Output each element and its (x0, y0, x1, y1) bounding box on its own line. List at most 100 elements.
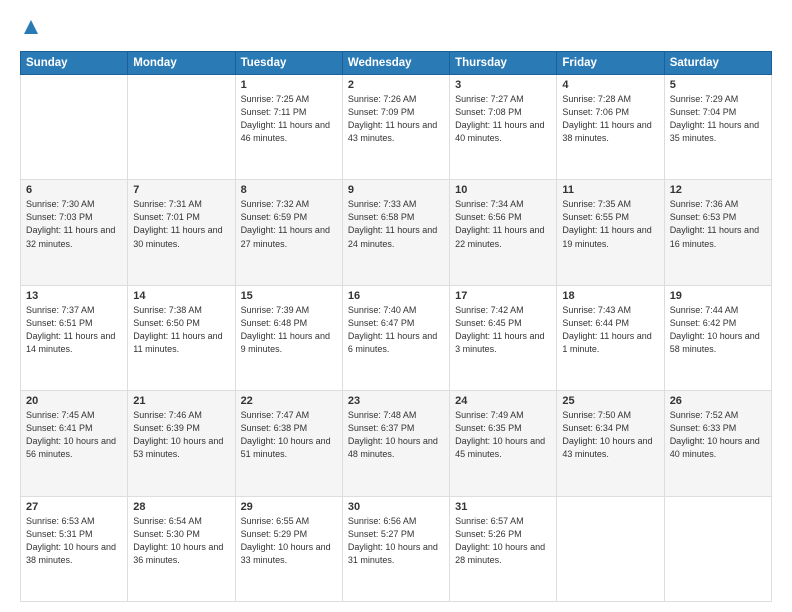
day-number: 25 (562, 395, 658, 407)
day-info: Sunrise: 6:53 AM Sunset: 5:31 PM Dayligh… (26, 515, 122, 567)
week-row-2: 6 Sunrise: 7:30 AM Sunset: 7:03 PM Daylig… (21, 180, 772, 285)
day-info: Sunrise: 7:42 AM Sunset: 6:45 PM Dayligh… (455, 304, 551, 356)
day-cell (128, 75, 235, 180)
day-number: 6 (26, 184, 122, 196)
day-cell: 1Sunrise: 7:25 AM Sunset: 7:11 PM Daylig… (235, 75, 342, 180)
day-number: 2 (348, 79, 444, 91)
logo-icon (22, 18, 40, 41)
day-info: Sunrise: 7:36 AM Sunset: 6:53 PM Dayligh… (670, 198, 766, 250)
day-cell: 22Sunrise: 7:47 AM Sunset: 6:38 PM Dayli… (235, 391, 342, 496)
day-info: Sunrise: 7:50 AM Sunset: 6:34 PM Dayligh… (562, 409, 658, 461)
col-header-friday: Friday (557, 52, 664, 75)
day-info: Sunrise: 7:40 AM Sunset: 6:47 PM Dayligh… (348, 304, 444, 356)
day-info: Sunrise: 7:27 AM Sunset: 7:08 PM Dayligh… (455, 93, 551, 145)
week-row-1: 1Sunrise: 7:25 AM Sunset: 7:11 PM Daylig… (21, 75, 772, 180)
day-cell: 2 Sunrise: 7:26 AM Sunset: 7:09 PM Daylig… (342, 75, 449, 180)
week-row-4: 20 Sunrise: 7:45 AM Sunset: 6:41 PM Dayli… (21, 391, 772, 496)
day-number: 4 (562, 79, 658, 91)
day-cell: 27Sunrise: 6:53 AM Sunset: 5:31 PM Dayli… (21, 496, 128, 601)
day-info: Sunrise: 7:26 AM Sunset: 7:09 PM Dayligh… (348, 93, 444, 145)
day-cell: 17 Sunrise: 7:42 AM Sunset: 6:45 PM Dayli… (450, 285, 557, 390)
week-row-5: 27Sunrise: 6:53 AM Sunset: 5:31 PM Dayli… (21, 496, 772, 601)
day-cell: 10 Sunrise: 7:34 AM Sunset: 6:56 PM Dayli… (450, 180, 557, 285)
day-number: 13 (26, 290, 122, 302)
day-cell (557, 496, 664, 601)
day-cell (664, 496, 771, 601)
day-cell: 20 Sunrise: 7:45 AM Sunset: 6:41 PM Dayli… (21, 391, 128, 496)
day-cell: 3 Sunrise: 7:27 AM Sunset: 7:08 PM Daylig… (450, 75, 557, 180)
day-number: 16 (348, 290, 444, 302)
day-info: Sunrise: 6:56 AM Sunset: 5:27 PM Dayligh… (348, 515, 444, 567)
col-header-tuesday: Tuesday (235, 52, 342, 75)
day-cell: 29Sunrise: 6:55 AM Sunset: 5:29 PM Dayli… (235, 496, 342, 601)
day-info: Sunrise: 7:32 AM Sunset: 6:59 PM Dayligh… (241, 198, 337, 250)
day-info: Sunrise: 7:38 AM Sunset: 6:50 PM Dayligh… (133, 304, 229, 356)
day-cell: 31 Sunrise: 6:57 AM Sunset: 5:26 PM Dayli… (450, 496, 557, 601)
col-header-sunday: Sunday (21, 52, 128, 75)
day-info: Sunrise: 7:39 AM Sunset: 6:48 PM Dayligh… (241, 304, 337, 356)
col-header-monday: Monday (128, 52, 235, 75)
day-cell: 7 Sunrise: 7:31 AM Sunset: 7:01 PM Daylig… (128, 180, 235, 285)
col-header-saturday: Saturday (664, 52, 771, 75)
day-info: Sunrise: 7:31 AM Sunset: 7:01 PM Dayligh… (133, 198, 229, 250)
day-number: 18 (562, 290, 658, 302)
day-info: Sunrise: 7:49 AM Sunset: 6:35 PM Dayligh… (455, 409, 551, 461)
day-info: Sunrise: 7:46 AM Sunset: 6:39 PM Dayligh… (133, 409, 229, 461)
day-cell: 14 Sunrise: 7:38 AM Sunset: 6:50 PM Dayli… (128, 285, 235, 390)
day-info: Sunrise: 7:52 AM Sunset: 6:33 PM Dayligh… (670, 409, 766, 461)
week-row-3: 13 Sunrise: 7:37 AM Sunset: 6:51 PM Dayli… (21, 285, 772, 390)
day-number: 30 (348, 501, 444, 513)
day-cell: 25 Sunrise: 7:50 AM Sunset: 6:34 PM Dayli… (557, 391, 664, 496)
day-number: 31 (455, 501, 551, 513)
day-number: 7 (133, 184, 229, 196)
day-cell: 5Sunrise: 7:29 AM Sunset: 7:04 PM Daylig… (664, 75, 771, 180)
day-cell: 15 Sunrise: 7:39 AM Sunset: 6:48 PM Dayli… (235, 285, 342, 390)
day-number: 20 (26, 395, 122, 407)
day-number: 8 (241, 184, 337, 196)
day-number: 11 (562, 184, 658, 196)
day-info: Sunrise: 7:35 AM Sunset: 6:55 PM Dayligh… (562, 198, 658, 250)
day-number: 24 (455, 395, 551, 407)
day-number: 1 (241, 79, 337, 91)
day-info: Sunrise: 7:29 AM Sunset: 7:04 PM Dayligh… (670, 93, 766, 145)
day-number: 14 (133, 290, 229, 302)
day-info: Sunrise: 7:34 AM Sunset: 6:56 PM Dayligh… (455, 198, 551, 250)
calendar-table: SundayMondayTuesdayWednesdayThursdayFrid… (20, 51, 772, 602)
day-cell: 21 Sunrise: 7:46 AM Sunset: 6:39 PM Dayli… (128, 391, 235, 496)
day-number: 17 (455, 290, 551, 302)
day-cell: 13 Sunrise: 7:37 AM Sunset: 6:51 PM Dayli… (21, 285, 128, 390)
day-info: Sunrise: 6:54 AM Sunset: 5:30 PM Dayligh… (133, 515, 229, 567)
day-number: 12 (670, 184, 766, 196)
day-info: Sunrise: 7:30 AM Sunset: 7:03 PM Dayligh… (26, 198, 122, 250)
day-cell: 23Sunrise: 7:48 AM Sunset: 6:37 PM Dayli… (342, 391, 449, 496)
day-info: Sunrise: 6:55 AM Sunset: 5:29 PM Dayligh… (241, 515, 337, 567)
day-number: 3 (455, 79, 551, 91)
day-cell: 12 Sunrise: 7:36 AM Sunset: 6:53 PM Dayli… (664, 180, 771, 285)
day-cell: 30 Sunrise: 6:56 AM Sunset: 5:27 PM Dayli… (342, 496, 449, 601)
col-header-thursday: Thursday (450, 52, 557, 75)
page: SundayMondayTuesdayWednesdayThursdayFrid… (0, 0, 792, 612)
day-number: 19 (670, 290, 766, 302)
day-info: Sunrise: 7:33 AM Sunset: 6:58 PM Dayligh… (348, 198, 444, 250)
day-cell: 6 Sunrise: 7:30 AM Sunset: 7:03 PM Daylig… (21, 180, 128, 285)
day-info: Sunrise: 7:47 AM Sunset: 6:38 PM Dayligh… (241, 409, 337, 461)
day-info: Sunrise: 7:45 AM Sunset: 6:41 PM Dayligh… (26, 409, 122, 461)
day-number: 15 (241, 290, 337, 302)
day-cell (21, 75, 128, 180)
day-cell: 26Sunrise: 7:52 AM Sunset: 6:33 PM Dayli… (664, 391, 771, 496)
day-cell: 18Sunrise: 7:43 AM Sunset: 6:44 PM Dayli… (557, 285, 664, 390)
header-row: SundayMondayTuesdayWednesdayThursdayFrid… (21, 52, 772, 75)
day-cell: 11 Sunrise: 7:35 AM Sunset: 6:55 PM Dayli… (557, 180, 664, 285)
day-cell: 16 Sunrise: 7:40 AM Sunset: 6:47 PM Dayli… (342, 285, 449, 390)
day-number: 28 (133, 501, 229, 513)
day-cell: 19 Sunrise: 7:44 AM Sunset: 6:42 PM Dayli… (664, 285, 771, 390)
day-info: Sunrise: 6:57 AM Sunset: 5:26 PM Dayligh… (455, 515, 551, 567)
logo (20, 18, 40, 41)
day-info: Sunrise: 7:44 AM Sunset: 6:42 PM Dayligh… (670, 304, 766, 356)
day-cell: 24 Sunrise: 7:49 AM Sunset: 6:35 PM Dayli… (450, 391, 557, 496)
day-cell: 9Sunrise: 7:33 AM Sunset: 6:58 PM Daylig… (342, 180, 449, 285)
day-info: Sunrise: 7:37 AM Sunset: 6:51 PM Dayligh… (26, 304, 122, 356)
day-cell: 28 Sunrise: 6:54 AM Sunset: 5:30 PM Dayli… (128, 496, 235, 601)
day-number: 21 (133, 395, 229, 407)
day-number: 10 (455, 184, 551, 196)
